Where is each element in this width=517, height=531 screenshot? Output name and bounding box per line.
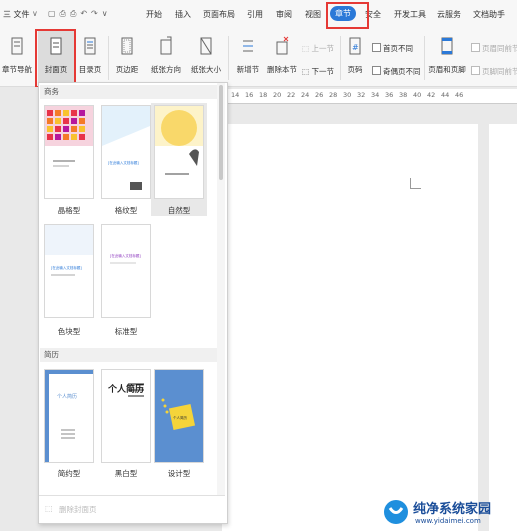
paper-size-button[interactable]: 纸张大小 <box>188 30 224 86</box>
svg-text:#: # <box>352 43 359 52</box>
thumb-label: 晶格型 <box>57 206 81 215</box>
scrollbar-thumb[interactable] <box>219 85 223 180</box>
left-margin-area <box>0 87 40 531</box>
page-corner-mark <box>410 178 421 189</box>
new-section-button[interactable]: 新增节 <box>232 30 264 86</box>
page-number-button[interactable]: # 页码 <box>344 30 366 86</box>
menu-review[interactable]: 审阅 <box>276 9 292 20</box>
nature-cover-image <box>155 106 203 198</box>
cover-thumb-nature[interactable] <box>154 105 204 199</box>
margins-button[interactable]: 页边距 <box>112 30 142 86</box>
thumb-label: 简约型 <box>57 469 81 478</box>
menu-cloud[interactable]: 云服务 <box>437 9 461 20</box>
checkbox-icon <box>372 43 381 52</box>
svg-text:[在此输入文档标题]: [在此输入文档标题] <box>108 160 139 165</box>
next-section-button[interactable]: ⬚ 下一节 <box>302 66 334 77</box>
simple-resume-image: 个人简历 <box>45 370 93 462</box>
delete-section-button[interactable]: 删除本节 <box>266 30 298 86</box>
menu-developer[interactable]: 开发工具 <box>394 9 426 20</box>
menu-bar: 三 文件 ∨ ▢⎙⎙↶↷∨ 开始 插入 页面布局 引用 审阅 视图 章节 安全 … <box>0 0 517 30</box>
section-header-resume: 简历 <box>40 348 218 362</box>
delete-cover-row[interactable]: ⬚ 删除封面页 <box>39 495 225 522</box>
resume-thumb-simple[interactable]: 个人简历 <box>44 369 94 463</box>
odd-even-diff-checkbox[interactable]: 奇偶页不同 <box>372 66 421 77</box>
svg-text:[在此输入文档标题]: [在此输入文档标题] <box>51 265 82 270</box>
divider <box>424 36 425 80</box>
menu-page-layout[interactable]: 页面布局 <box>203 9 235 20</box>
menu-insert[interactable]: 插入 <box>175 9 191 20</box>
menu-doc-assistant[interactable]: 文档助手 <box>473 9 505 20</box>
section-header-business: 商务 <box>40 85 218 99</box>
lattice-cover-image <box>45 106 93 167</box>
menu-start[interactable]: 开始 <box>146 9 162 20</box>
menu-file[interactable]: 三 文件 <box>3 9 30 20</box>
thumb-label: 格纹型 <box>114 206 138 215</box>
cover-thumb-lattice[interactable] <box>44 105 94 199</box>
paper-size-icon <box>200 37 212 55</box>
design-resume-image: 个人简历 <box>155 370 203 462</box>
highlight-box-section-tab <box>326 2 369 29</box>
first-page-diff-checkbox[interactable]: 首页不同 <box>372 43 413 54</box>
checkbox-icon <box>471 66 480 75</box>
site-watermark: 纯净系统家园 www.yidaimei.com <box>381 492 517 531</box>
svg-text:[在此输入文档标题]: [在此输入文档标题] <box>110 253 141 258</box>
menu-references[interactable]: 引用 <box>247 9 263 20</box>
chapter-nav-icon <box>11 37 23 55</box>
standard-cover-image: [在此输入文档标题] <box>110 253 141 264</box>
header-footer-button[interactable]: 页眉和页脚 <box>427 30 467 86</box>
new-section-icon <box>243 40 253 52</box>
delete-cover-icon: ⬚ <box>45 504 53 513</box>
toc-page-button[interactable]: 目录页 <box>74 30 106 86</box>
menu-view[interactable]: 视图 <box>305 9 321 20</box>
thumb-label: 黑白型 <box>114 469 138 478</box>
colorblock-cover-image: [在此输入文档标题] <box>45 225 93 276</box>
thumb-label: 设计型 <box>167 469 191 478</box>
svg-text:个人简历: 个人简历 <box>57 393 77 400</box>
svg-text:个人简历: 个人简历 <box>173 415 187 420</box>
chevron-down-icon[interactable]: ∨ <box>32 9 38 18</box>
delete-section-icon <box>276 36 289 55</box>
page-number-icon: # <box>349 37 361 55</box>
prev-section-button[interactable]: ⬚ 上一节 <box>302 43 334 54</box>
delete-cover-label: 删除封面页 <box>59 505 97 514</box>
orientation-icon <box>160 36 172 55</box>
resume-thumb-blackwhite[interactable]: 个人简历 <box>101 369 151 463</box>
divider <box>228 36 229 80</box>
resume-thumb-design[interactable]: 个人简历 <box>154 369 204 463</box>
cover-thumb-standard[interactable]: [在此输入文档标题] <box>101 224 151 318</box>
chapter-nav-button[interactable]: 章节导航 <box>0 30 34 86</box>
orientation-button[interactable]: 纸张方向 <box>146 30 186 86</box>
horizontal-ruler: 14 16 18 20 22 24 26 28 30 32 34 36 38 4… <box>228 89 517 104</box>
checkbox-icon <box>372 66 381 75</box>
checkbox-icon <box>471 43 480 52</box>
highlight-box-cover-page <box>35 29 76 88</box>
grid-cover-image: [在此输入文档标题] <box>102 106 150 190</box>
thumb-label: 色块型 <box>57 327 81 336</box>
divider <box>108 36 109 80</box>
divider <box>340 36 341 80</box>
quick-access-icons[interactable]: ▢⎙⎙↶↷∨ <box>48 9 112 19</box>
cover-page-gallery: 商务 晶格型 格纹型 [在此输入文档标题] 自然型 色块型 [在此输入文档标题]… <box>38 82 228 524</box>
margins-icon <box>121 37 133 55</box>
same-as-prev-header-checkbox[interactable]: 页眉同前节 <box>471 43 517 54</box>
toc-page-icon <box>84 37 96 55</box>
header-footer-icon <box>441 37 453 55</box>
thumb-label: 标准型 <box>114 327 138 336</box>
document-page-next <box>489 124 517 531</box>
document-page[interactable] <box>222 124 478 531</box>
cover-thumb-grid[interactable]: [在此输入文档标题] <box>101 105 151 199</box>
ribbon: 章节导航 封面页 目录页 页边距 纸张方向 纸张大小 新增节 删除本节 ⬚ 上一… <box>0 30 517 87</box>
watermark-logo-icon <box>384 500 408 524</box>
same-as-prev-footer-checkbox[interactable]: 页脚同前节 <box>471 66 517 77</box>
blackwhite-resume-image: 个人简历 <box>107 383 144 397</box>
svg-text:个人简历: 个人简历 <box>107 383 144 395</box>
thumb-label: 自然型 <box>167 206 191 215</box>
cover-thumb-colorblock[interactable]: [在此输入文档标题] <box>44 224 94 318</box>
